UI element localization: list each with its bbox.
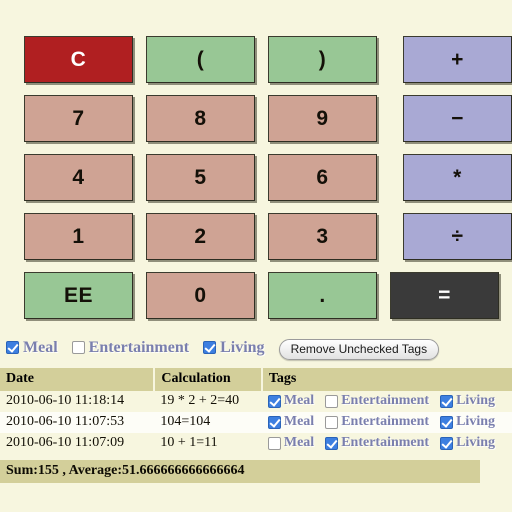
key-2[interactable]: 2	[146, 213, 255, 260]
row-tag-label: Meal	[283, 414, 315, 429]
row-tag-living[interactable]: Living	[440, 435, 495, 451]
key-6[interactable]: 6	[268, 154, 377, 201]
row-tag-living[interactable]: Living	[440, 393, 495, 409]
checkbox-icon[interactable]	[267, 415, 281, 429]
keypad-row: C () +	[0, 36, 512, 83]
checkbox-icon[interactable]	[325, 394, 339, 408]
tag-filter-living[interactable]: Living	[203, 338, 265, 357]
cell-date: 2010-06-10 11:07:53	[6, 414, 125, 429]
table-row: 2010-06-10 11:18:14 19 * 2 + 2=40 Meal Ente…	[0, 391, 512, 412]
key-7[interactable]: 7	[24, 95, 133, 142]
checkbox-icon[interactable]	[325, 436, 339, 450]
table-body: 2010-06-10 11:18:14 19 * 2 + 2=40 Meal Ente…	[0, 391, 512, 454]
tag-filter-entertainment[interactable]: Entertainment	[71, 338, 190, 357]
key-divide[interactable]: ÷	[403, 213, 512, 260]
checkbox-icon[interactable]	[440, 415, 454, 429]
key-9[interactable]: 9	[268, 95, 377, 142]
row-tag-meal[interactable]: Meal	[267, 435, 315, 451]
table-header-row: Date Calculation Tags	[0, 368, 512, 391]
calculation-history-table: Date Calculation Tags 2010-06-10 11:18:1…	[0, 368, 512, 454]
key-minus[interactable]: −	[403, 95, 512, 142]
row-tag-list: Meal Entertainment Living	[267, 435, 506, 451]
row-tag-entertainment[interactable]: Entertainment	[325, 435, 429, 451]
key-ee[interactable]: EE	[24, 272, 133, 319]
row-tag-label: Entertainment	[341, 393, 430, 408]
table-row: 2010-06-10 11:07:53 104=104 Meal Entertainm…	[0, 412, 512, 433]
tag-filter-label: Entertainment	[88, 338, 190, 356]
tag-filter-label: Meal	[23, 338, 58, 356]
key-5[interactable]: 5	[146, 154, 255, 201]
cell-tags: Meal Entertainment Living	[262, 391, 512, 412]
row-tag-label: Living	[456, 414, 495, 429]
row-tag-living[interactable]: Living	[440, 414, 495, 430]
tag-filter-meal[interactable]: Meal	[6, 339, 58, 357]
cell-calculation: 104=104	[160, 414, 211, 429]
checkbox-icon[interactable]	[267, 394, 281, 408]
column-header-date: Date	[0, 368, 156, 391]
cell-tags: Meal Entertainment Living	[262, 433, 512, 454]
cell-calculation: 10 + 1=11	[160, 435, 218, 450]
checkbox-icon[interactable]	[203, 341, 217, 355]
cell-tags: Meal Entertainment Living	[262, 412, 512, 433]
checkbox-icon[interactable]	[71, 341, 85, 355]
summary-bar: Sum:155 , Average:51.666666666666664	[0, 460, 480, 483]
key-open-paren[interactable]: (	[146, 36, 255, 83]
checkbox-icon[interactable]	[440, 394, 454, 408]
checkbox-icon[interactable]	[325, 415, 339, 429]
key-close-paren[interactable]: )	[268, 36, 377, 83]
row-tag-label: Living	[456, 393, 495, 408]
key-1[interactable]: 1	[24, 213, 133, 260]
tag-filter-label: Living	[220, 338, 265, 356]
key-8[interactable]: 8	[146, 95, 255, 142]
keypad-row: 4 5 6 *	[0, 154, 512, 201]
row-tag-meal[interactable]: Meal	[267, 393, 315, 409]
key-decimal[interactable]: .	[268, 272, 377, 319]
row-tag-meal[interactable]: Meal	[267, 414, 315, 430]
table-header: Date Calculation Tags	[0, 368, 512, 391]
remove-unchecked-tags-button[interactable]: Remove Unchecked Tags	[278, 338, 440, 360]
checkbox-icon[interactable]	[267, 436, 281, 450]
calculator-keypad: C () +7 8 9− 4 5 6 * 1 2 3 ÷ EE 0. =	[0, 0, 512, 331]
key-equals[interactable]: =	[390, 272, 499, 319]
keypad-row: EE 0. =	[0, 272, 512, 319]
row-tag-label: Entertainment	[341, 435, 430, 450]
column-header-tags: Tags	[261, 368, 512, 391]
keypad-row: 7 8 9−	[0, 95, 512, 142]
row-tag-entertainment[interactable]: Entertainment	[325, 414, 429, 430]
row-tag-label: Entertainment	[341, 414, 430, 429]
tag-filter-list: Meal Entertainment Living	[6, 339, 279, 360]
row-tag-entertainment[interactable]: Entertainment	[325, 393, 429, 409]
key-0[interactable]: 0	[146, 272, 255, 319]
key-plus[interactable]: +	[403, 36, 512, 83]
key-clear[interactable]: C	[24, 36, 133, 83]
keypad-row: 1 2 3 ÷	[0, 213, 512, 260]
checkbox-icon[interactable]	[440, 436, 454, 450]
row-tag-list: Meal Entertainment Living	[267, 393, 506, 409]
key-multiply[interactable]: *	[403, 154, 512, 201]
cell-date: 2010-06-10 11:07:09	[6, 435, 125, 450]
row-tag-label: Living	[456, 435, 495, 450]
column-header-calculation: Calculation	[154, 368, 263, 391]
checkbox-icon[interactable]	[6, 341, 19, 355]
cell-calculation: 19 * 2 + 2=40	[160, 393, 240, 408]
row-tag-list: Meal Entertainment Living	[267, 414, 506, 430]
tag-filter-bar: Meal Entertainment Living Remove Unchecked…	[0, 336, 512, 362]
cell-date: 2010-06-10 11:18:14	[6, 393, 125, 408]
row-tag-label: Meal	[283, 393, 315, 408]
table-row: 2010-06-10 11:07:09 10 + 1=11 Meal Entertai…	[0, 433, 512, 454]
row-tag-label: Meal	[283, 435, 315, 450]
key-4[interactable]: 4	[24, 154, 133, 201]
key-3[interactable]: 3	[268, 213, 377, 260]
